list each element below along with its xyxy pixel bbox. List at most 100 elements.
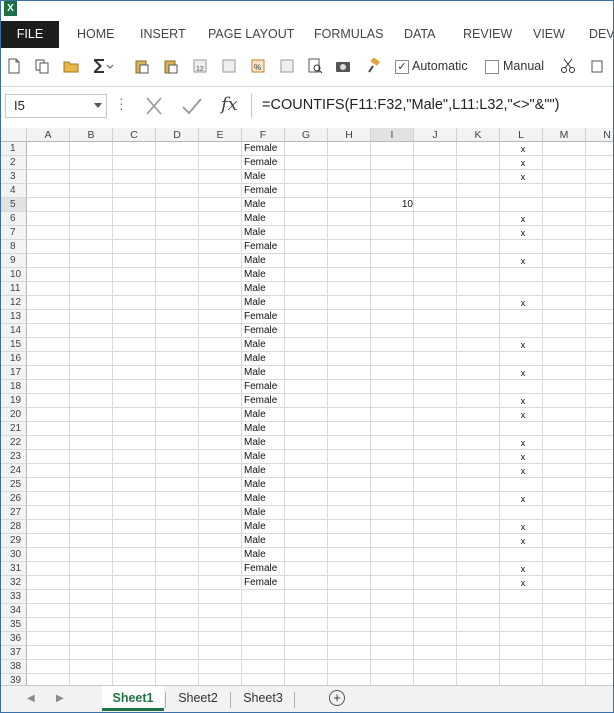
sheet-tab-sheet1[interactable]: Sheet1 xyxy=(102,686,164,711)
cell-mark[interactable] xyxy=(520,268,526,282)
cell-gender[interactable]: Female xyxy=(244,380,277,394)
select-all-corner[interactable] xyxy=(1,128,27,142)
cell-mark[interactable] xyxy=(520,380,526,394)
cell-gender[interactable]: Male xyxy=(244,296,266,310)
cell-gender[interactable]: Male xyxy=(244,436,266,450)
row-header[interactable]: 6 xyxy=(1,212,27,226)
cell-mark[interactable]: x xyxy=(520,212,526,226)
row-header[interactable]: 16 xyxy=(1,352,27,366)
row-header[interactable]: 17 xyxy=(1,366,27,380)
cell-mark[interactable]: x xyxy=(520,226,526,240)
row-header[interactable]: 21 xyxy=(1,422,27,436)
cell-i5-result[interactable]: 10 xyxy=(371,198,413,212)
cancel-icon[interactable] xyxy=(144,97,164,115)
row-header[interactable]: 19 xyxy=(1,394,27,408)
cell-mark[interactable] xyxy=(520,548,526,562)
row-header[interactable]: 1 xyxy=(1,142,27,156)
cell-mark[interactable]: x xyxy=(520,408,526,422)
cell-gender[interactable]: Female xyxy=(244,240,277,254)
cell-gender[interactable]: Male xyxy=(244,422,266,436)
row-header[interactable]: 4 xyxy=(1,184,27,198)
new-document-icon[interactable] xyxy=(6,58,22,74)
cell-mark[interactable]: x xyxy=(520,464,526,478)
cell-gender[interactable]: Female xyxy=(244,310,277,324)
cell-gender[interactable]: Female xyxy=(244,394,277,408)
cell-mark[interactable] xyxy=(520,506,526,520)
row-header[interactable]: 39 xyxy=(1,674,27,685)
column-header-h[interactable]: H xyxy=(328,128,371,142)
cell-gender[interactable]: Male xyxy=(244,534,266,548)
format-cells-icon[interactable] xyxy=(221,58,237,74)
cell-gender[interactable]: Male xyxy=(244,352,266,366)
spreadsheet-grid[interactable]: A B C D E F G H I J K L M N 1 2 3 4 5 6 7 8 9 10 11 12 13 14 15 16 17 1… xyxy=(1,128,613,685)
clear-icon[interactable] xyxy=(589,58,605,74)
paste-values-icon[interactable] xyxy=(163,58,179,74)
cell-gender[interactable]: Male xyxy=(244,408,266,422)
cell-gender[interactable]: Male xyxy=(244,198,266,212)
column-header-e[interactable]: E xyxy=(199,128,242,142)
row-header[interactable]: 9 xyxy=(1,254,27,268)
column-header-a[interactable]: A xyxy=(27,128,70,142)
scroll-right-icon[interactable]: ▶ xyxy=(56,693,64,704)
row-header[interactable]: 12 xyxy=(1,296,27,310)
row-header[interactable]: 18 xyxy=(1,380,27,394)
cell-gender[interactable]: Female xyxy=(244,142,277,156)
column-header-f[interactable]: F xyxy=(242,128,285,142)
cell-gender[interactable]: Male xyxy=(244,520,266,534)
enter-check-icon[interactable] xyxy=(181,97,203,115)
cell-gender[interactable]: Male xyxy=(244,226,266,240)
row-header[interactable]: 11 xyxy=(1,282,27,296)
autosum-icon[interactable] xyxy=(92,58,114,74)
column-header-d[interactable]: D xyxy=(156,128,199,142)
sheet-tab-sheet2[interactable]: Sheet2 xyxy=(168,686,228,711)
cell-mark[interactable]: x xyxy=(520,142,526,156)
tab-developer[interactable]: DEVE xyxy=(589,21,613,48)
camera-icon[interactable] xyxy=(335,58,351,74)
row-header[interactable]: 7 xyxy=(1,226,27,240)
cell-mark[interactable] xyxy=(520,324,526,338)
tab-file[interactable]: FILE xyxy=(1,21,59,48)
row-header[interactable]: 23 xyxy=(1,450,27,464)
row-header[interactable]: 15 xyxy=(1,338,27,352)
cell-gender[interactable]: Female xyxy=(244,156,277,170)
cell-gender[interactable]: Female xyxy=(244,562,277,576)
cell-mark[interactable] xyxy=(520,282,526,296)
cell-gender[interactable]: Male xyxy=(244,268,266,282)
cell-mark[interactable] xyxy=(520,310,526,324)
cell-mark[interactable]: x xyxy=(520,520,526,534)
cell-gender[interactable]: Male xyxy=(244,366,266,380)
cell-mark[interactable]: x xyxy=(520,338,526,352)
paste-icon[interactable] xyxy=(134,58,150,74)
cell-gender[interactable]: Male xyxy=(244,170,266,184)
cell-gender[interactable]: Male xyxy=(244,492,266,506)
cell-mark[interactable] xyxy=(520,352,526,366)
row-header[interactable]: 37 xyxy=(1,646,27,660)
row-header[interactable]: 5 xyxy=(1,198,27,212)
cell-mark[interactable] xyxy=(520,422,526,436)
copy-icon[interactable] xyxy=(34,58,50,74)
name-box-dropdown-icon[interactable] xyxy=(94,103,102,108)
row-header[interactable]: 2 xyxy=(1,156,27,170)
column-header-b[interactable]: B xyxy=(70,128,113,142)
scroll-left-icon[interactable]: ◀ xyxy=(27,693,35,704)
percent-format-icon[interactable]: % xyxy=(250,58,266,74)
tab-data[interactable]: DATA xyxy=(404,21,435,48)
tab-review[interactable]: REVIEW xyxy=(463,21,512,48)
row-header[interactable]: 3 xyxy=(1,170,27,184)
cell-mark[interactable] xyxy=(520,240,526,254)
manual-checkbox[interactable] xyxy=(485,60,499,74)
tab-view[interactable]: VIEW xyxy=(533,21,565,48)
cut-icon[interactable] xyxy=(560,58,576,74)
cell-gender[interactable]: Female xyxy=(244,576,277,590)
row-header[interactable]: 8 xyxy=(1,240,27,254)
tab-home[interactable]: HOME xyxy=(77,21,115,48)
row-header[interactable]: 25 xyxy=(1,478,27,492)
print-preview-icon[interactable] xyxy=(307,58,323,74)
row-header[interactable]: 35 xyxy=(1,618,27,632)
cell-gender[interactable]: Female xyxy=(244,184,277,198)
tab-insert[interactable]: INSERT xyxy=(140,21,186,48)
add-sheet-icon[interactable]: + xyxy=(329,690,345,706)
formula-input[interactable]: =COUNTIFS(F11:F32,"Male",L11:L32,"<>"&""… xyxy=(251,94,613,118)
cell-mark[interactable]: x xyxy=(520,156,526,170)
cell-gender[interactable]: Male xyxy=(244,506,266,520)
